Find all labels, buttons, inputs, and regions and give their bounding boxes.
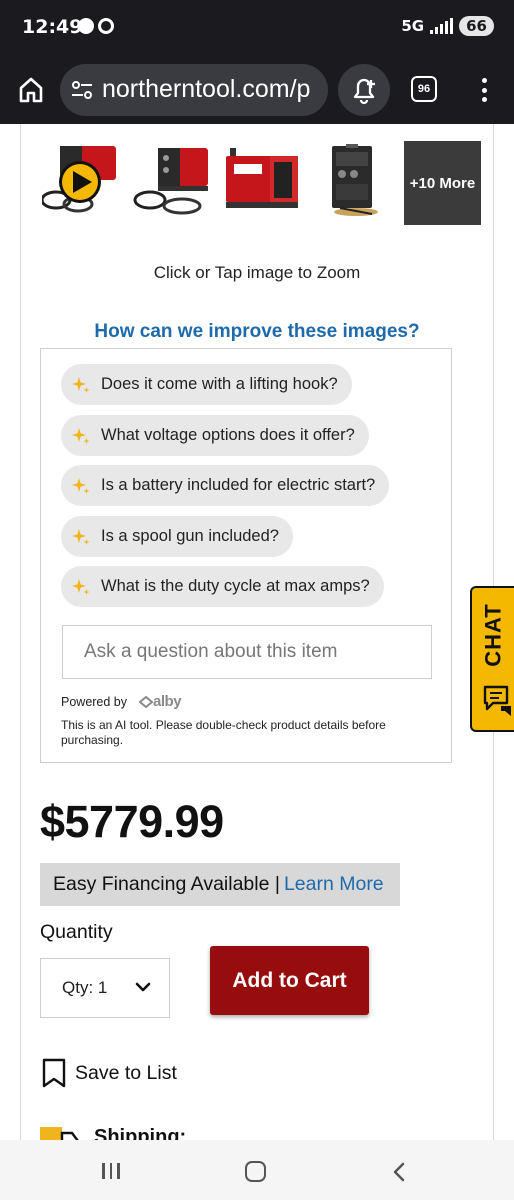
sync-notification-icon bbox=[98, 18, 114, 34]
site-settings-icon[interactable] bbox=[70, 78, 94, 102]
thumbnail-video[interactable] bbox=[42, 140, 122, 222]
system-nav-bar bbox=[0, 1140, 514, 1200]
quantity-value: Qty: 1 bbox=[62, 978, 108, 997]
alby-logo: alby bbox=[139, 693, 182, 710]
suggestion-text: What voltage options does it offer? bbox=[101, 426, 355, 444]
signal-icon bbox=[430, 18, 454, 34]
status-bar: 12:49 5G 66 bbox=[0, 0, 514, 56]
chat-notification-icon bbox=[78, 18, 94, 34]
improve-images-link[interactable]: How can we improve these images? bbox=[0, 321, 514, 343]
sparkle-icon bbox=[72, 477, 90, 494]
bookmark-icon bbox=[42, 1058, 66, 1088]
suggestion-chip[interactable]: What is the duty cycle at max amps? bbox=[61, 566, 384, 607]
home-button[interactable] bbox=[14, 73, 48, 107]
chat-tab-button[interactable]: CHAT bbox=[470, 586, 514, 732]
notification-icons bbox=[78, 18, 114, 34]
tab-switcher-button[interactable]: 96 bbox=[411, 76, 437, 102]
home-icon bbox=[19, 77, 43, 103]
bell-plus-icon bbox=[353, 78, 375, 105]
more-images-button[interactable]: +10 More bbox=[404, 141, 481, 225]
ask-question-input[interactable] bbox=[62, 625, 432, 679]
tab-alert-button[interactable] bbox=[338, 64, 390, 116]
status-time: 12:49 bbox=[22, 16, 83, 38]
shipping-label: Shipping: bbox=[94, 1126, 187, 1140]
suggestion-text: What is the duty cycle at max amps? bbox=[101, 577, 370, 595]
product-page: +10 More Click or Tap image to Zoom How … bbox=[0, 124, 514, 1140]
suggestion-chip[interactable]: Does it come with a lifting hook? bbox=[61, 364, 352, 405]
suggestion-chip[interactable]: Is a spool gun included? bbox=[61, 516, 293, 557]
sparkle-icon bbox=[72, 427, 90, 444]
sparkle-icon bbox=[72, 578, 90, 595]
shipping-heading: Shipping: bbox=[40, 1126, 186, 1140]
recent-apps-button[interactable] bbox=[102, 1163, 120, 1179]
back-icon[interactable] bbox=[390, 1162, 410, 1182]
chat-label: CHAT bbox=[481, 603, 506, 667]
truck-icon bbox=[40, 1126, 80, 1140]
image-thumbnails: +10 More bbox=[40, 140, 481, 226]
status-right: 5G 66 bbox=[401, 16, 494, 36]
browser-toolbar: northerntool.com/p 96 bbox=[0, 56, 514, 124]
suggestion-text: Does it come with a lifting hook? bbox=[101, 375, 338, 393]
product-price: $5779.99 bbox=[40, 796, 224, 847]
url-text: northerntool.com/p bbox=[102, 75, 311, 103]
more-vert-icon[interactable] bbox=[472, 74, 496, 106]
battery-level: 66 bbox=[459, 16, 494, 36]
zoom-hint: Click or Tap image to Zoom bbox=[153, 263, 361, 282]
powered-by: Powered by alby bbox=[61, 693, 182, 710]
financing-text: Easy Financing Available | bbox=[53, 873, 280, 895]
suggestion-text: Is a spool gun included? bbox=[101, 527, 279, 545]
thumbnail-welder-side[interactable] bbox=[132, 140, 212, 222]
sparkle-icon bbox=[72, 528, 90, 545]
suggestion-text: Is a battery included for electric start… bbox=[101, 476, 376, 494]
save-to-list-button[interactable]: Save to List bbox=[42, 1058, 177, 1088]
alby-brand: alby bbox=[153, 693, 182, 710]
system-home-button[interactable] bbox=[245, 1161, 266, 1182]
ai-disclaimer: This is an AI tool. Please double-check … bbox=[61, 718, 386, 747]
thumbnail-welder-front[interactable] bbox=[220, 140, 300, 222]
chat-bubble-icon bbox=[483, 685, 511, 716]
alby-logo-icon bbox=[139, 695, 154, 708]
powered-by-label: Powered by bbox=[61, 694, 128, 709]
chat-label-wrap: CHAT bbox=[481, 600, 507, 670]
quantity-label: Quantity bbox=[40, 921, 113, 943]
address-bar[interactable]: northerntool.com/p bbox=[60, 64, 328, 116]
learn-more-link[interactable]: Learn More bbox=[284, 873, 384, 896]
add-to-cart-button[interactable]: Add to Cart bbox=[210, 946, 369, 1015]
sparkle-icon bbox=[72, 376, 90, 393]
financing-banner: Easy Financing Available | Learn More bbox=[40, 863, 400, 906]
suggestion-chip[interactable]: Is a battery included for electric start… bbox=[61, 465, 390, 506]
thumbnail-welder-panel[interactable] bbox=[312, 140, 392, 222]
network-type: 5G bbox=[401, 17, 425, 35]
quantity-select[interactable]: Qty: 1 bbox=[40, 958, 170, 1018]
save-to-list-label: Save to List bbox=[75, 1061, 177, 1084]
chevron-down-icon bbox=[135, 982, 151, 992]
ai-question-panel: Does it come with a lifting hook? What v… bbox=[40, 348, 452, 763]
suggestion-chip[interactable]: What voltage options does it offer? bbox=[61, 415, 369, 456]
